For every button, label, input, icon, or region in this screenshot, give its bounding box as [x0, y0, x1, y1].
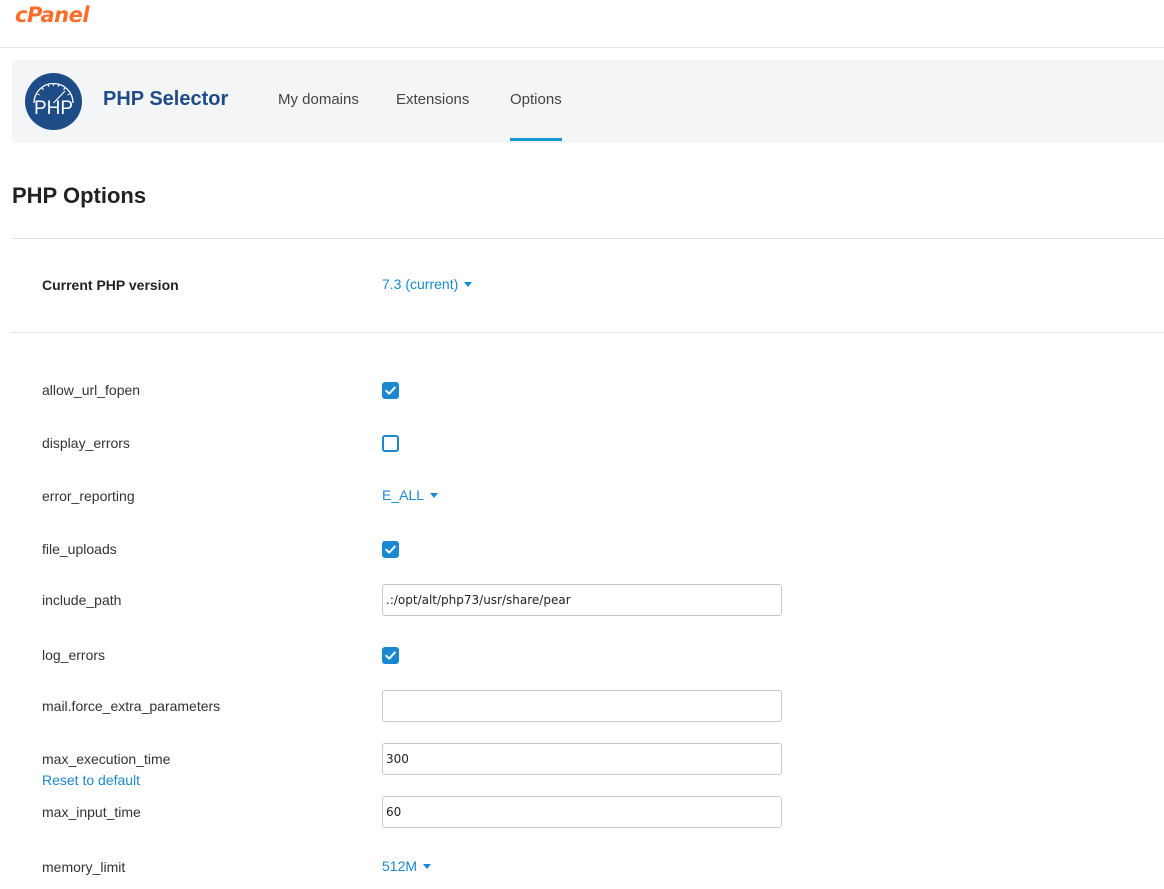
divider	[12, 238, 1164, 239]
reset-to-default-link[interactable]: Reset to default	[42, 772, 140, 788]
current-php-version-label: Current PHP version	[42, 277, 179, 293]
include-path-input[interactable]	[382, 584, 782, 616]
file-uploads-checkbox[interactable]	[382, 541, 399, 558]
chevron-down-icon	[430, 492, 439, 498]
page-title: PHP Options	[12, 183, 147, 208]
php-version-value: 7.3 (current)	[382, 276, 459, 292]
top-bar: cPanel	[0, 0, 1164, 48]
option-label-mail-force-extra-parameters: mail.force_extra_parameters	[42, 698, 221, 714]
option-label-file-uploads: file_uploads	[42, 541, 117, 557]
option-label-error-reporting: error_reporting	[42, 488, 135, 504]
option-label-log-errors: log_errors	[42, 647, 106, 663]
app-title: PHP Selector	[103, 88, 229, 110]
php-logo-icon: PHP	[25, 73, 82, 130]
svg-text:PHP: PHP	[34, 98, 73, 119]
cpanel-logo[interactable]: cPanel	[15, 3, 90, 27]
option-label-max-execution-time: max_execution_time	[42, 751, 171, 767]
chevron-down-icon	[464, 281, 473, 287]
mail-force-extra-parameters-input[interactable]	[382, 690, 782, 722]
error-reporting-dropdown[interactable]: E_ALL	[382, 487, 439, 503]
error-reporting-value: E_ALL	[382, 487, 425, 503]
display-errors-checkbox[interactable]	[382, 435, 399, 452]
memory-limit-value: 512M	[382, 858, 418, 874]
option-label-display-errors: display_errors	[42, 435, 130, 451]
php-version-dropdown[interactable]: 7.3 (current)	[382, 276, 473, 292]
option-label-max-input-time: max_input_time	[42, 804, 141, 820]
divider	[12, 332, 1164, 333]
checkmark-icon	[385, 545, 396, 554]
tab-extensions[interactable]: Extensions	[396, 91, 469, 108]
option-label-memory-limit: memory_limit	[42, 859, 126, 875]
tab-options[interactable]: Options	[510, 91, 562, 141]
allow-url-fopen-checkbox[interactable]	[382, 382, 399, 399]
option-label-allow-url-fopen: allow_url_fopen	[42, 382, 141, 398]
chevron-down-icon	[423, 863, 432, 869]
checkmark-icon	[385, 651, 396, 660]
max-execution-time-input[interactable]	[382, 743, 782, 775]
log-errors-checkbox[interactable]	[382, 647, 399, 664]
max-input-time-input[interactable]	[382, 796, 782, 828]
php-selector-header: PHP PHP Selector My domains Extensions O…	[12, 60, 1164, 143]
checkmark-icon	[385, 386, 396, 395]
option-label-include-path: include_path	[42, 592, 122, 608]
tab-my-domains[interactable]: My domains	[278, 91, 359, 108]
memory-limit-dropdown[interactable]: 512M	[382, 858, 432, 874]
